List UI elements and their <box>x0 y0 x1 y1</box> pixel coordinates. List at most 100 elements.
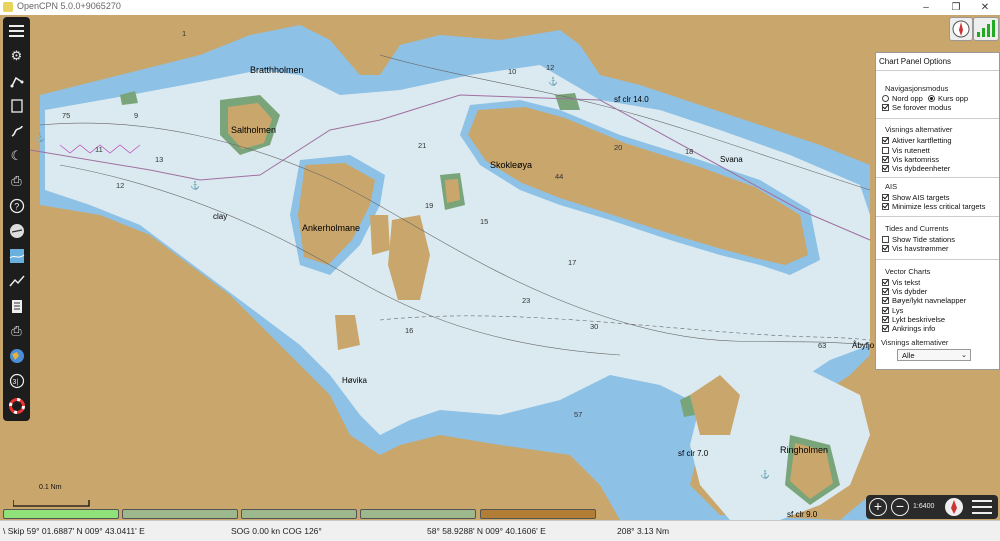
lookahead-checkbox[interactable]: Se forover modus <box>882 103 951 112</box>
tides-heading: Tides and Currents <box>885 224 949 233</box>
chart-bar-4[interactable] <box>360 509 476 519</box>
depth-sounding: 57 <box>574 410 583 419</box>
scale-bar: 0.1 Nm <box>12 484 90 507</box>
document-icon[interactable] <box>5 95 28 117</box>
light-desc-checkbox[interactable]: Lykt beskrivelse <box>882 315 945 324</box>
lifebuoy-icon[interactable] <box>5 395 28 417</box>
show-depths-checkbox[interactable]: Vis dybder <box>882 287 927 296</box>
svg-text:3|: 3| <box>12 379 18 386</box>
overlap-label: Aktiver kartfletting <box>892 136 952 145</box>
currents-checkbox[interactable]: Vis havstrømmer <box>882 244 949 253</box>
overlap-checkbox[interactable]: Aktiver kartfletting <box>882 136 952 145</box>
depth-units-checkbox[interactable]: Vis dybdeenheter <box>882 164 950 173</box>
close-button[interactable]: ✕ <box>970 0 1000 15</box>
status-bar: \ Skip 59° 01.6887' N 009° 43.0411' E SO… <box>0 520 1000 541</box>
nav-north-radio[interactable]: Nord opp <box>882 94 923 103</box>
anchor-icon: ⚓ <box>35 133 45 142</box>
display-category-select[interactable]: Alle ⌄ <box>897 349 971 361</box>
chart-bar-3[interactable] <box>241 509 357 519</box>
anchor-icon: ⚓ <box>190 181 200 190</box>
panel-title: Chart Panel Options <box>879 57 952 66</box>
track-icon[interactable] <box>5 120 28 142</box>
depth-sounding: 18 <box>685 147 694 156</box>
moon-icon[interactable]: ☾ <box>5 145 28 167</box>
label-brattholmen: Bratthholmen <box>250 65 304 75</box>
label-clay: clay <box>213 212 228 221</box>
label-skokleoya: Skokleøya <box>490 160 533 170</box>
show-text-checkbox[interactable]: Vis tekst <box>882 278 920 287</box>
light-desc-label: Lykt beskrivelse <box>892 315 946 324</box>
depth-sounding: 12 <box>116 181 125 190</box>
app-icon <box>3 2 13 12</box>
chart-bar-1[interactable] <box>3 509 119 519</box>
ais-icon[interactable]: 3| <box>5 370 28 392</box>
maximize-button[interactable]: ❐ <box>941 0 971 15</box>
minimize-ais-label: Minimize less critical targets <box>892 202 986 211</box>
depth-sounding: 75 <box>62 111 71 120</box>
main-toolbar: ⚙ ☾ ⎙ ? ⎙ 3| <box>3 17 30 421</box>
show-depths-label: Vis dybder <box>892 287 928 296</box>
print-icon[interactable]: ⎙ <box>5 170 28 192</box>
zoom-controls: + − 1:6400 <box>866 495 998 519</box>
chart-canvas[interactable]: Bratthholmen Saltholmen Skokleøya Ankerh… <box>0 15 1000 520</box>
lights-checkbox[interactable]: Lys <box>882 306 903 315</box>
depth-sounding: 1 <box>182 29 187 38</box>
depth-sounding: 23 <box>522 296 531 305</box>
depth-sounding: 10 <box>508 67 517 76</box>
depth-sounding: 17 <box>568 258 577 267</box>
display-category-heading: Visnings alternativer <box>881 338 949 347</box>
buoy-names-checkbox[interactable]: Bøye/lykt navnelapper <box>882 296 966 305</box>
nav-mode-heading: Navigasjonsmodus <box>885 84 949 93</box>
label-ankerholmane: Ankerholmane <box>302 223 361 233</box>
notes-icon[interactable] <box>5 295 28 317</box>
anchor-info-label: Ankrings info <box>892 324 936 333</box>
nav-course-radio[interactable]: Kurs opp <box>928 94 968 103</box>
globe-icon[interactable] <box>5 345 28 367</box>
divider <box>876 259 999 260</box>
label-light-ne: sf clr 14.0 <box>614 95 649 104</box>
lookahead-label: Se forover modus <box>892 103 952 112</box>
anchor-info-checkbox[interactable]: Ankrings info <box>882 324 935 333</box>
outlines-checkbox[interactable]: Vis kartomriss <box>882 155 939 164</box>
status-cursor-position: 58° 58.9288' N 009° 40.1606' E <box>427 526 546 536</box>
scale-label: 0.1 Nm <box>39 484 62 491</box>
depth-sounding: 15 <box>480 217 489 226</box>
status-skip: \ Skip 59° 01.6887' N 009° 43.0411' E <box>3 526 145 536</box>
ais-targets-label: Show AIS targets <box>892 193 950 202</box>
tide-stations-checkbox[interactable]: Show Tide stations <box>882 235 955 244</box>
status-bearing-distance: 208° 3.13 Nm <box>617 526 670 536</box>
grid-label: Vis rutenett <box>892 146 930 155</box>
route-icon[interactable] <box>5 70 28 92</box>
gps-signal-icon <box>973 17 999 41</box>
menu-icon[interactable] <box>5 20 28 42</box>
wind-icon[interactable] <box>5 220 28 242</box>
tide-stations-label: Show Tide stations <box>892 235 955 244</box>
chevron-down-icon: ⌄ <box>961 352 967 359</box>
display-heading: Visnings alternativer <box>885 125 953 134</box>
printer2-icon[interactable]: ⎙ <box>5 320 28 342</box>
compass-icon[interactable] <box>949 17 973 41</box>
compass-rose-icon[interactable] <box>945 498 963 516</box>
chart-bar-5[interactable] <box>480 509 596 519</box>
label-abyfj: Åbyfjo <box>852 341 875 350</box>
ais-heading: AIS <box>885 182 898 191</box>
zoom-in-icon[interactable]: + <box>869 498 887 516</box>
help-icon[interactable]: ? <box>5 195 28 217</box>
label-light-s: sf clr 7.0 <box>678 449 709 458</box>
grid-checkbox[interactable]: Vis rutenett <box>882 146 930 155</box>
label-ringholmen: Ringholmen <box>780 445 829 455</box>
currents-label: Vis havstrømmer <box>892 244 949 253</box>
settings-icon[interactable]: ⚙ <box>5 45 28 67</box>
minimize-button[interactable]: – <box>911 0 941 15</box>
zoom-out-icon[interactable]: − <box>891 498 909 516</box>
chart-bar-2[interactable] <box>122 509 238 519</box>
menu-icon[interactable] <box>972 499 992 515</box>
chart-panel-options: Chart Panel Options Navigasjonsmodus Nor… <box>875 52 1000 370</box>
ais-targets-checkbox[interactable]: Show AIS targets <box>882 193 950 202</box>
minimize-ais-checkbox[interactable]: Minimize less critical targets <box>882 202 985 211</box>
chart-icon[interactable] <box>5 245 28 267</box>
label-light-se: sf clr 9.0 <box>787 510 818 519</box>
divider <box>876 118 999 119</box>
tides-icon[interactable] <box>5 270 28 292</box>
chart-graphics <box>0 15 1000 520</box>
